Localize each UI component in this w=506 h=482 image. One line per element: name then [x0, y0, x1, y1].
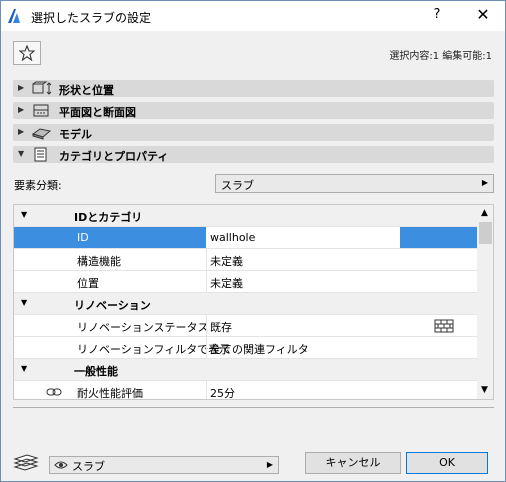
vertical-scrollbar[interactable]: ▲ ▼ — [477, 205, 493, 399]
column-divider — [206, 315, 207, 337]
classification-label: 要素分類: — [14, 179, 62, 192]
property-value: 25分 — [210, 387, 235, 400]
selected-row-fill — [400, 227, 477, 248]
star-icon — [19, 45, 35, 61]
property-value: 既存 — [210, 321, 232, 334]
brick-wall-icon[interactable] — [434, 319, 454, 333]
collapsed-triangle-icon: ▶ — [18, 127, 25, 136]
property-row-id[interactable]: ID wallhole — [14, 227, 477, 249]
property-grid: ▼ IDとカテゴリ ID wallhole 構造機能 未定義 位置 未定義 ▼ … — [13, 204, 494, 400]
geometry-icon — [32, 81, 52, 95]
dropdown-arrow-icon: ▶ — [266, 460, 273, 469]
section-label: カテゴリとプロパティ — [59, 150, 169, 163]
column-divider — [206, 381, 207, 399]
layer-icon — [13, 454, 39, 471]
window-title: 選択したスラブの設定 — [31, 11, 152, 25]
group-name: IDとカテゴリ — [74, 211, 143, 224]
group-row-renovation[interactable]: ▼ リノベーション — [14, 293, 477, 315]
section-label: 平面図と断面図 — [59, 106, 136, 119]
section-label: モデル — [59, 128, 92, 141]
group-row-id-category[interactable]: ▼ IDとカテゴリ — [14, 205, 477, 227]
layer-select[interactable]: スラブ ▶ — [49, 456, 279, 474]
property-row-position[interactable]: 位置 未定義 — [14, 271, 477, 293]
section-geometry[interactable]: ▶ 形状と位置 — [13, 80, 494, 97]
property-name: リノベーションステータス — [77, 321, 209, 334]
collapsed-triangle-icon: ▶ — [18, 105, 25, 114]
favorites-button[interactable] — [13, 41, 41, 65]
property-row-renovation-status[interactable]: リノベーションステータス 既存 — [14, 315, 477, 337]
property-row-renovation-filter[interactable]: リノベーションフィルタで表示 全ての関連フィルタ — [14, 337, 477, 359]
footer-divider — [13, 407, 494, 408]
eye-icon — [54, 461, 68, 469]
collapsed-triangle-icon: ▶ — [18, 83, 25, 92]
section-model[interactable]: ▶ モデル — [13, 124, 494, 141]
column-divider — [206, 337, 207, 359]
dropdown-arrow-icon: ▶ — [481, 178, 488, 187]
property-row-fire-rating[interactable]: 耐火性能評価 25分 — [14, 381, 477, 400]
property-name: リノベーションフィルタで表示 — [77, 343, 231, 356]
property-name: 構造機能 — [77, 255, 121, 268]
column-divider — [206, 271, 207, 293]
classification-value: スラブ — [221, 179, 254, 192]
close-button[interactable]: ✕ — [465, 5, 501, 24]
model-icon — [31, 128, 52, 140]
expanded-triangle-icon: ▼ — [21, 210, 28, 219]
cancel-button[interactable]: キャンセル — [305, 452, 401, 474]
scroll-down-icon[interactable]: ▼ — [481, 385, 488, 395]
group-name: 一般性能 — [74, 365, 118, 378]
property-name: 耐火性能評価 — [77, 387, 143, 400]
column-divider — [206, 249, 207, 271]
floorplan-icon — [33, 104, 49, 117]
ok-button[interactable]: OK — [406, 452, 488, 474]
section-properties[interactable]: ▼ カテゴリとプロパティ — [13, 146, 494, 163]
classification-select[interactable]: スラブ ▶ — [215, 174, 494, 193]
scroll-thumb[interactable] — [479, 222, 492, 244]
section-label: 形状と位置 — [59, 84, 114, 97]
layer-value: スラブ — [72, 460, 105, 473]
group-row-general[interactable]: ▼ 一般性能 — [14, 359, 477, 381]
scroll-up-icon[interactable]: ▲ — [481, 208, 488, 218]
group-name: リノベーション — [74, 299, 151, 312]
property-value: 未定義 — [210, 277, 243, 290]
property-name: ID — [77, 231, 89, 244]
property-value: wallhole — [210, 231, 256, 244]
help-button[interactable]: ? — [427, 7, 447, 22]
expanded-triangle-icon: ▼ — [21, 364, 28, 373]
archicad-app-icon — [8, 9, 20, 23]
title-bar: 選択したスラブの設定 ? ✕ — [1, 1, 505, 31]
property-value: 未定義 — [210, 255, 243, 268]
settings-dialog: 選択したスラブの設定 ? ✕ 選択内容:1 編集可能:1 ▶ 形状と位置 ▶ 平… — [0, 0, 506, 482]
link-icon — [46, 388, 62, 396]
property-name: 位置 — [77, 277, 99, 290]
expanded-triangle-icon: ▼ — [21, 298, 28, 307]
section-floorplan[interactable]: ▶ 平面図と断面図 — [13, 102, 494, 119]
property-value: 全ての関連フィルタ — [210, 343, 309, 356]
selection-status: 選択内容:1 編集可能:1 — [389, 51, 492, 62]
expanded-triangle-icon: ▼ — [18, 149, 25, 158]
property-row-structural[interactable]: 構造機能 未定義 — [14, 249, 477, 271]
properties-icon — [34, 147, 47, 162]
selected-name-cell — [14, 227, 206, 248]
